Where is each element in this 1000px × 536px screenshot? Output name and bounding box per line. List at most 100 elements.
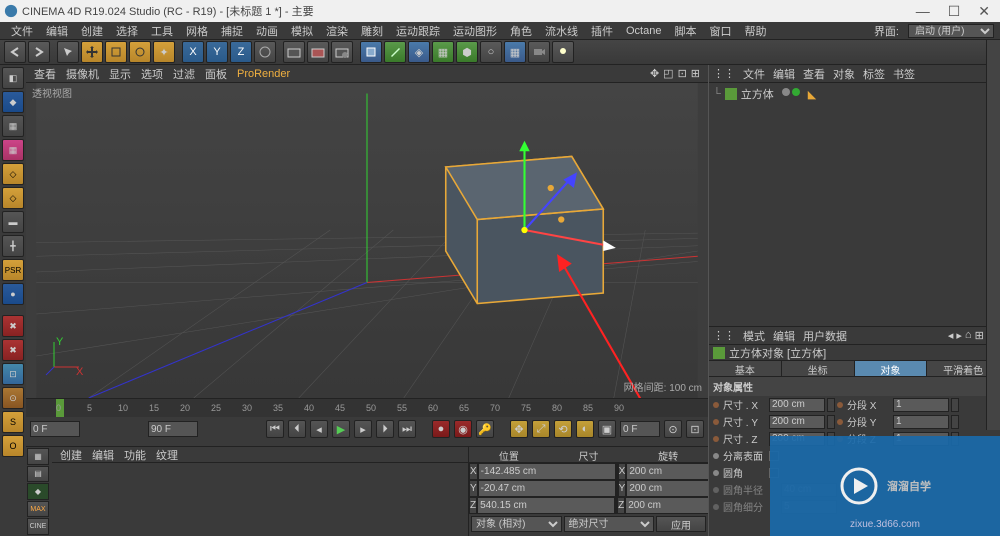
anim-dot-icon[interactable] xyxy=(713,402,719,408)
anim-dot-icon[interactable] xyxy=(837,402,843,408)
array-button[interactable]: ▦ xyxy=(432,41,454,63)
vp-display[interactable]: 显示 xyxy=(109,66,131,82)
subtab-object[interactable]: 对象 xyxy=(855,361,928,376)
z-axis-button[interactable]: Z xyxy=(230,41,252,63)
floor-button[interactable]: ▦ xyxy=(504,41,526,63)
vp-options[interactable]: 选项 xyxy=(141,66,163,82)
timeline-ruler[interactable]: 051015202530354045505560657075808590 xyxy=(26,399,708,417)
mat-edit[interactable]: 编辑 xyxy=(92,447,114,463)
tl-stepback-button[interactable]: ⏴ xyxy=(288,420,306,438)
tl-pos-button[interactable]: ✥ xyxy=(510,420,528,438)
tl-goend-button[interactable]: ⏭ xyxy=(398,420,416,438)
model-mode-button[interactable]: ◆ xyxy=(2,91,24,113)
tl-rot-button[interactable]: ⟲ xyxy=(554,420,572,438)
coord-system-button[interactable] xyxy=(254,41,276,63)
menu-edit[interactable]: 编辑 xyxy=(41,23,73,39)
menu-track[interactable]: 运动跟踪 xyxy=(391,23,445,39)
phong-tag-icon[interactable]: ◣ xyxy=(808,88,816,101)
anim-dot-icon[interactable] xyxy=(713,470,719,476)
undo-button[interactable] xyxy=(4,41,26,63)
bt3-button[interactable]: ◆ xyxy=(27,483,49,500)
deformer-button[interactable]: ⬢ xyxy=(456,41,478,63)
pos-input[interactable] xyxy=(478,463,616,480)
menu-plugin[interactable]: 插件 xyxy=(586,23,618,39)
make-editable-button[interactable]: ◧ xyxy=(2,67,24,89)
s-button[interactable]: S xyxy=(2,411,24,433)
mat-tex[interactable]: 纹理 xyxy=(156,447,178,463)
menu-mograph[interactable]: 运动图形 xyxy=(448,23,502,39)
am-mode[interactable]: 模式 xyxy=(743,328,765,344)
tl-play-button[interactable]: ▶ xyxy=(332,420,350,438)
lasttool-button[interactable]: ✦ xyxy=(153,41,175,63)
environment-button[interactable]: ○ xyxy=(480,41,502,63)
menu-help[interactable]: 帮助 xyxy=(739,23,771,39)
tl-opt2-button[interactable]: ⊡ xyxy=(686,420,704,438)
render-button[interactable] xyxy=(283,41,305,63)
menu-sculpt[interactable]: 雕刻 xyxy=(356,23,388,39)
object-name[interactable]: 立方体 xyxy=(741,86,774,102)
tl-record-button[interactable]: ● xyxy=(432,420,450,438)
vp-prorender[interactable]: ProRender xyxy=(237,68,290,80)
nurbs-button[interactable]: ◈ xyxy=(408,41,430,63)
tl-scale-button[interactable]: ⤢ xyxy=(532,420,550,438)
am-back-icon[interactable]: ◂ xyxy=(948,329,954,342)
pos-input[interactable] xyxy=(477,497,615,514)
maximize-button[interactable]: ☐ xyxy=(948,3,961,20)
menu-snap[interactable]: 捕捉 xyxy=(216,23,248,39)
menu-sim[interactable]: 模拟 xyxy=(286,23,318,39)
menu-pipe[interactable]: 流水线 xyxy=(540,23,583,39)
attr-input[interactable] xyxy=(893,398,949,412)
menu-char[interactable]: 角色 xyxy=(505,23,537,39)
subtab-coord[interactable]: 坐标 xyxy=(782,361,855,376)
render-region-button[interactable] xyxy=(307,41,329,63)
layout-select[interactable]: 启动 (用户) xyxy=(908,24,994,38)
bt1-button[interactable]: ▦ xyxy=(27,448,49,465)
render-settings-button[interactable] xyxy=(331,41,353,63)
menu-select[interactable]: 选择 xyxy=(111,23,143,39)
point-mode-button[interactable]: ◇ xyxy=(2,163,24,185)
tl-prevkey-button[interactable]: ◂ xyxy=(310,420,328,438)
anim-dot-icon[interactable] xyxy=(837,419,843,425)
attr-input[interactable] xyxy=(769,415,825,429)
texture-mode-button[interactable]: ▦ xyxy=(2,115,24,137)
bt4-button[interactable]: MAX xyxy=(27,501,49,518)
tl-stepfw-button[interactable]: ⏵ xyxy=(376,420,394,438)
menu-file[interactable]: 文件 xyxy=(6,23,38,39)
coord-apply-button[interactable]: 应用 xyxy=(656,516,706,532)
bt2-button[interactable]: ▤ xyxy=(27,466,49,483)
attr-input[interactable] xyxy=(769,398,825,412)
tl-param-button[interactable]: ◐ xyxy=(576,420,594,438)
menu-mesh[interactable]: 网格 xyxy=(181,23,213,39)
vis-editor-icon[interactable] xyxy=(792,88,800,96)
object-tree-item[interactable]: └ 立方体 ◣ xyxy=(711,85,998,103)
menu-anim[interactable]: 动画 xyxy=(251,23,283,39)
poly-mode-button[interactable]: ▬ xyxy=(2,211,24,233)
tl-start-input[interactable] xyxy=(30,421,80,437)
quantize-button[interactable]: ⊡ xyxy=(2,363,24,385)
grip-icon[interactable]: ⋮⋮ xyxy=(713,67,735,80)
viewport-solo-button[interactable]: ✖ xyxy=(2,315,24,337)
close-button[interactable]: ✕ xyxy=(978,3,990,20)
anim-dot-icon[interactable] xyxy=(713,436,719,442)
vp-nav3-icon[interactable]: ⊡ xyxy=(678,67,687,80)
grip-icon[interactable]: ⋮⋮ xyxy=(713,329,735,342)
menu-tools[interactable]: 工具 xyxy=(146,23,178,39)
tl-pla-button[interactable]: ▣ xyxy=(598,420,616,438)
menu-create[interactable]: 创建 xyxy=(76,23,108,39)
x-axis-button[interactable]: X xyxy=(182,41,204,63)
anim-dot-icon[interactable] xyxy=(713,453,719,459)
am-new-icon[interactable]: ⊞ xyxy=(975,329,984,342)
y-axis-button[interactable]: Y xyxy=(206,41,228,63)
vp-filter[interactable]: 过滤 xyxy=(173,66,195,82)
psr-button[interactable]: PSR xyxy=(2,259,24,281)
camera-button[interactable] xyxy=(528,41,550,63)
am-up-icon[interactable]: ⌂ xyxy=(965,329,972,342)
vp-nav1-icon[interactable]: ✥ xyxy=(650,67,659,80)
pos-input[interactable] xyxy=(478,480,616,497)
vp-nav4-icon[interactable]: ⊞ xyxy=(691,67,700,80)
om-file[interactable]: 文件 xyxy=(743,66,765,82)
tl-keysel-button[interactable]: 🔑 xyxy=(476,420,494,438)
stepper[interactable] xyxy=(827,398,835,412)
layer-dot-icon[interactable] xyxy=(782,88,790,96)
stepper[interactable] xyxy=(951,415,959,429)
